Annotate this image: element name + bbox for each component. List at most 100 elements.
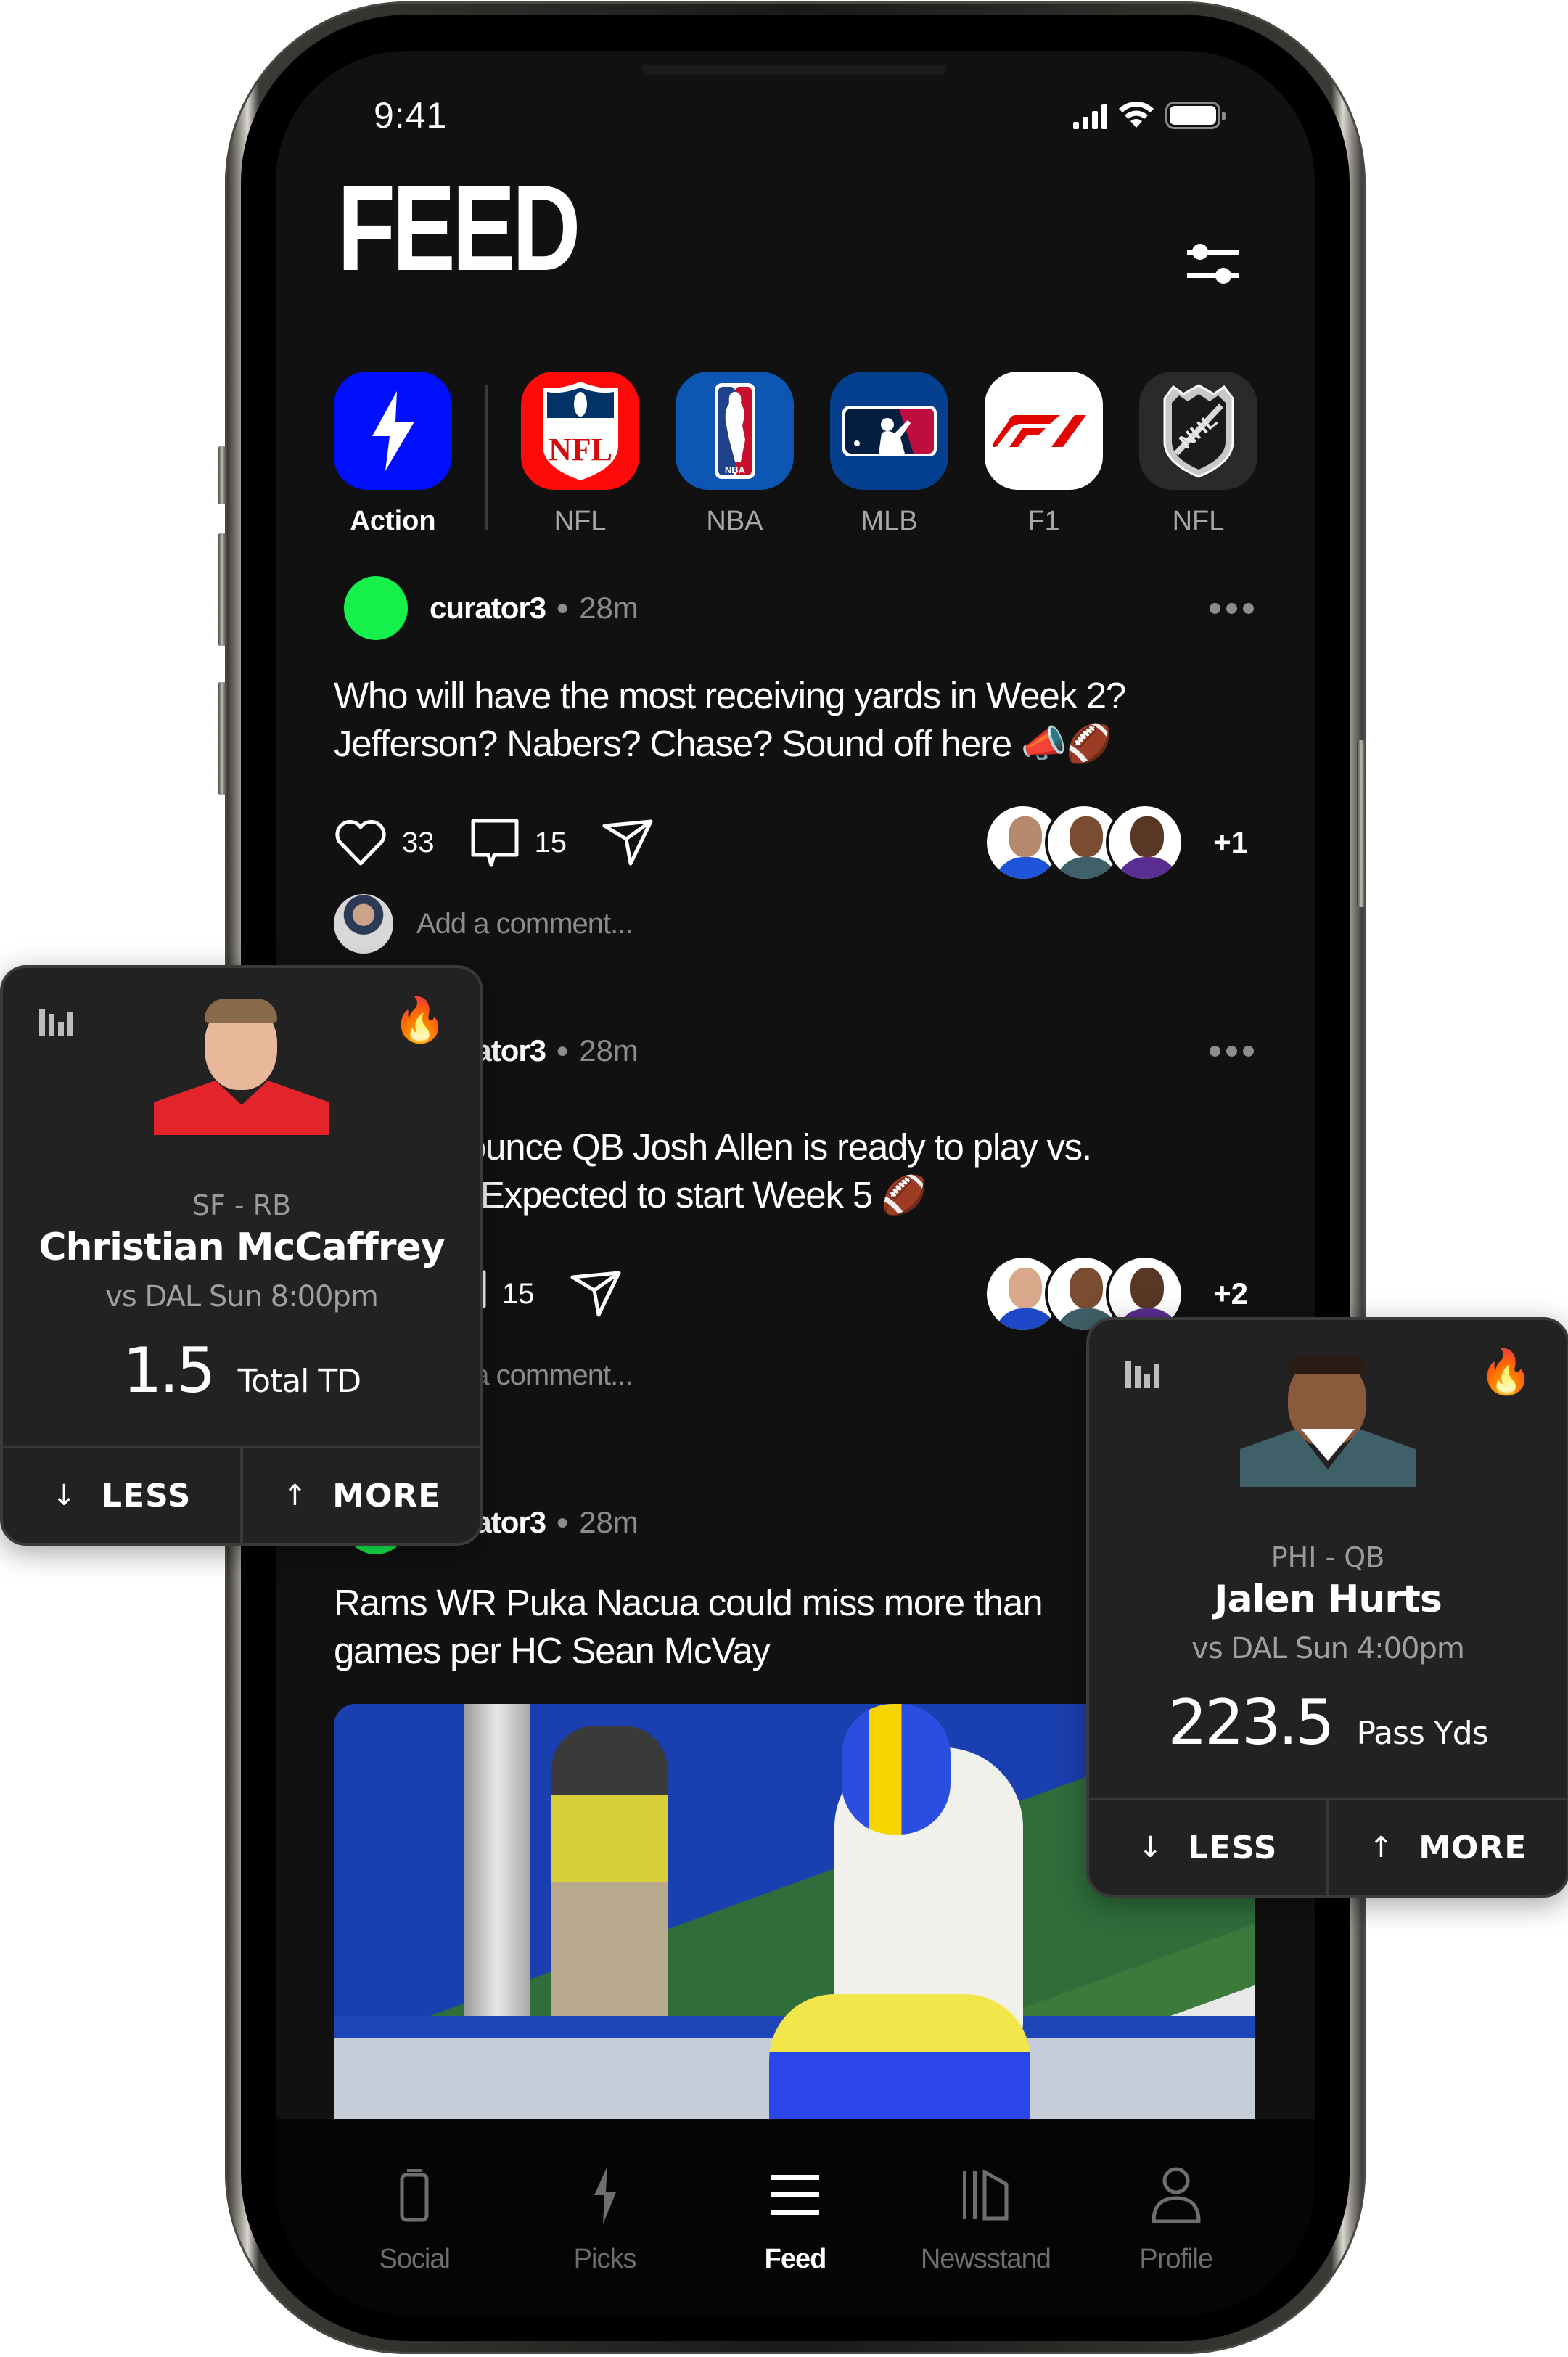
league-label: F1 [1027,506,1060,536]
nhl-shield-icon: NHL [1139,372,1257,490]
tab-label: Newsstand [920,2244,1051,2274]
separator-dot: ● [556,596,570,620]
power-button [1357,740,1366,907]
separator-dot: ● [556,1038,570,1062]
more-button[interactable]: ↑ MORE [240,1448,480,1543]
league-label: Action [350,506,436,536]
league-label: NFL [1172,506,1225,536]
league-action[interactable]: Action [334,372,452,537]
tab-profile[interactable]: Profile [1089,2163,1263,2315]
tab-social[interactable]: Social [327,2163,501,2315]
more-label: MORE [332,1477,441,1514]
more-button[interactable]: ↑ MORE [1326,1800,1567,1895]
bottom-tab-bar: Social Picks Feed Newsstand Profile [276,2119,1315,2315]
league-nba[interactable]: NBA NBA [676,372,794,537]
volume-down-button [218,682,226,795]
prop-line: 1.5 Total TD [3,1335,480,1407]
author-avatar[interactable] [344,576,408,640]
player-photo [154,997,329,1135]
photo-detail [842,1704,951,1835]
separator-dot: ● [556,1510,570,1534]
tab-feed[interactable]: Feed [708,2163,882,2315]
tab-newsstand[interactable]: Newsstand [898,2163,1072,2315]
tab-picks[interactable]: Picks [518,2163,692,2315]
bar-chart-icon [1125,1361,1159,1388]
comment-button[interactable]: 15 [469,817,567,868]
battery-icon [1165,102,1226,129]
arrow-down-icon: ↓ [1138,1831,1163,1864]
volume-up-button [218,533,226,646]
team-position: PHI - QB [1271,1541,1385,1573]
mlb-logo-icon [830,372,948,490]
nfl-shield-icon: NFL [521,372,639,490]
less-label: LESS [102,1477,192,1514]
arrow-up-icon: ↑ [1368,1831,1395,1864]
current-user-avatar [334,894,393,954]
comment-icon [471,819,518,867]
comment-input[interactable] [416,907,1070,940]
tab-label: Picks [573,2244,637,2274]
comment-input[interactable] [416,1358,1070,1392]
wifi-icon [1119,102,1154,128]
bar-chart-icon [39,1009,73,1036]
arrow-down-icon: ↓ [52,1479,77,1512]
phone-icon [400,2163,429,2228]
share-button[interactable] [602,819,654,866]
league-label: NBA [706,506,763,536]
league-nhl[interactable]: NHL NFL [1139,372,1257,537]
f1-logo-icon [985,372,1103,490]
player-avatar [1106,803,1185,882]
comment-count: 15 [534,826,567,858]
game-info: vs DAL Sun 4:00pm [1191,1632,1465,1665]
send-icon [570,1271,620,1317]
player-photo [1240,1349,1416,1487]
stat-type: Total TD [237,1363,362,1400]
less-label: LESS [1188,1829,1278,1866]
less-button[interactable]: ↓ LESS [1089,1800,1326,1895]
author-name[interactable]: curator3 [430,591,546,626]
fire-icon: 🔥 [393,996,447,1044]
player-name: Christian McCaffrey [38,1226,445,1269]
stats-button[interactable] [1125,1358,1160,1392]
share-button[interactable] [570,1270,622,1318]
more-options-button[interactable] [1202,1038,1261,1064]
more-participants-count: +2 [1213,1276,1248,1311]
tab-label: Social [379,2244,450,2274]
more-label: MORE [1419,1829,1527,1866]
player-name: Jalen Hurts [1214,1578,1442,1621]
post-time: 28m [579,591,639,625]
player-prop-card: 🔥 SF - RB Christian McCaffrey vs DAL Sun… [0,965,483,1546]
league-f1[interactable]: F1 [985,372,1103,537]
like-count: 33 [402,826,435,858]
pick-buttons: ↓ LESS ↑ MORE [3,1446,480,1543]
stats-button[interactable] [39,1006,74,1040]
fire-icon: 🔥 [1479,1348,1533,1396]
sliders-icon [1187,244,1239,284]
more-options-button[interactable] [1202,596,1261,621]
less-button[interactable]: ↓ LESS [3,1448,240,1543]
prop-line: 223.5 Pass Yds [1089,1686,1567,1759]
send-icon [602,819,653,866]
pick-buttons: ↓ LESS ↑ MORE [1089,1798,1567,1895]
feed-post: curator3 ● 28m Who will have the most re… [334,573,1255,956]
filter-button[interactable] [1184,241,1242,287]
action-button [218,446,226,504]
lightning-icon [334,372,452,490]
post-actions: 33 15 +1 [334,803,1255,882]
newsstand-icon [961,2163,1009,2228]
more-participants-count: +1 [1213,825,1248,859]
league-mlb[interactable]: MLB [830,372,948,537]
post-header: curator3 ● 28m [334,573,1255,643]
post-time: 28m [579,1033,639,1067]
like-button[interactable]: 33 [334,819,435,866]
person-icon [1151,2163,1202,2228]
nba-logo-icon: NBA [676,372,794,490]
participant-avatars[interactable]: +1 [984,803,1255,882]
league-nfl[interactable]: NFL NFL [521,372,639,537]
menu-icon [771,2163,819,2228]
photo-detail [769,1994,1030,2139]
lightning-icon [593,2163,617,2228]
game-info: vs DAL Sun 8:00pm [105,1280,379,1313]
svg-text:NBA: NBA [724,464,745,475]
heart-icon [335,819,386,866]
